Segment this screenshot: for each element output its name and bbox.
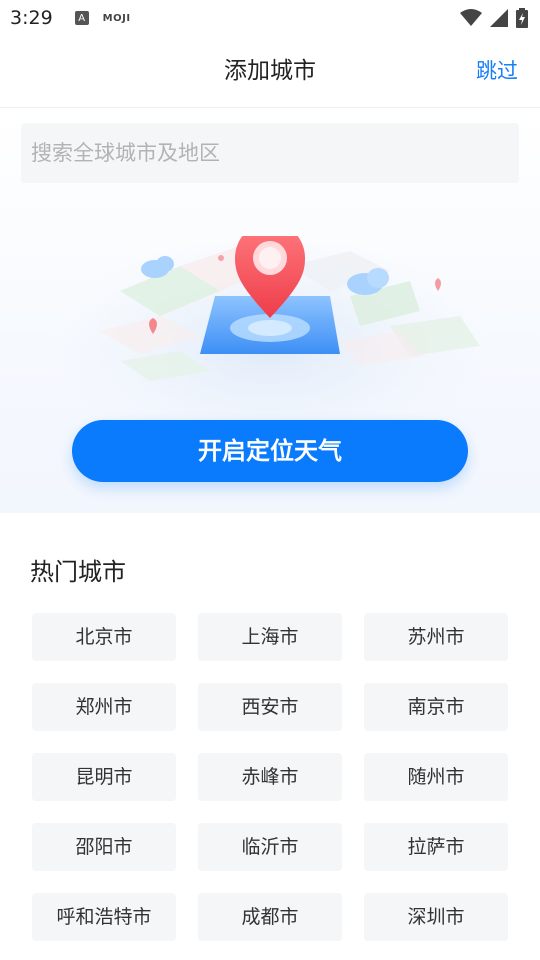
- city-button[interactable]: 郑州市: [32, 683, 176, 731]
- city-button[interactable]: 邵阳市: [32, 823, 176, 871]
- hot-cities-title: 热门城市: [30, 558, 126, 586]
- status-time: 3:29: [10, 7, 53, 29]
- enable-location-button[interactable]: 开启定位天气: [72, 420, 468, 482]
- city-button[interactable]: 成都市: [198, 893, 342, 941]
- wifi-icon: [460, 9, 482, 26]
- city-button[interactable]: 赤峰市: [198, 753, 342, 801]
- location-hero: 搜索全球城市及地区 开启定位天气: [0, 108, 540, 513]
- cell-signal-icon: [490, 9, 508, 27]
- city-button[interactable]: 临沂市: [198, 823, 342, 871]
- city-button[interactable]: 深圳市: [364, 893, 508, 941]
- battery-icon: [516, 8, 528, 28]
- moji-notification-icon: MOJI: [102, 12, 131, 24]
- search-input[interactable]: 搜索全球城市及地区: [21, 123, 519, 183]
- city-button[interactable]: 随州市: [364, 753, 508, 801]
- city-button[interactable]: 拉萨市: [364, 823, 508, 871]
- city-button[interactable]: 西安市: [198, 683, 342, 731]
- skip-button[interactable]: 跳过: [476, 36, 518, 108]
- status-icons: [460, 8, 528, 28]
- city-button[interactable]: 苏州市: [364, 613, 508, 661]
- city-button[interactable]: 北京市: [32, 613, 176, 661]
- city-button[interactable]: 呼和浩特市: [32, 893, 176, 941]
- title-bar: 添加城市 跳过: [0, 36, 540, 108]
- app-notification-icon: A: [74, 11, 89, 25]
- hot-cities-grid: 北京市 上海市 苏州市 郑州市 西安市 南京市 昆明市 赤峰市 随州市 邵阳市 …: [32, 613, 508, 941]
- city-button[interactable]: 上海市: [198, 613, 342, 661]
- city-button[interactable]: 昆明市: [32, 753, 176, 801]
- city-button[interactable]: 南京市: [364, 683, 508, 731]
- status-bar: 3:29 A MOJI: [0, 0, 540, 36]
- page-title: 添加城市: [224, 58, 316, 84]
- location-map-illustration: [50, 236, 490, 456]
